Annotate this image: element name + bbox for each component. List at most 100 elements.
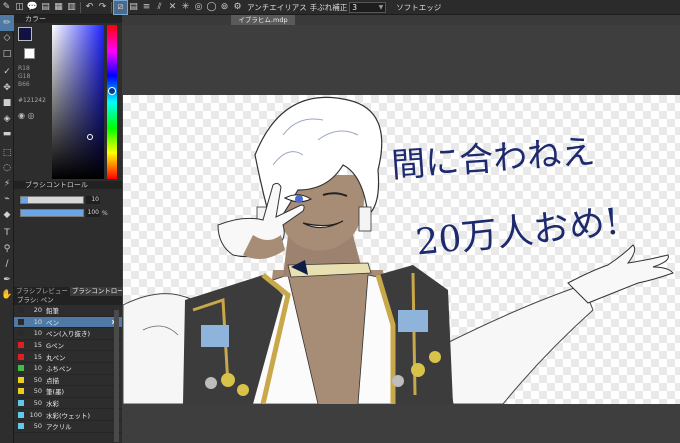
gradient-tool-icon[interactable]: ▬ <box>0 127 14 143</box>
brush-size-value[interactable]: 10 <box>86 196 100 204</box>
brush-list-item[interactable]: 10 ペン(入り抜き) <box>14 328 122 340</box>
snap-curve-icon[interactable]: ⊚ <box>218 1 231 14</box>
brush-item-name: 点描 <box>46 376 59 385</box>
redo-icon[interactable]: ↷ <box>96 1 109 14</box>
brush-size-slider[interactable] <box>20 196 84 204</box>
brush-opacity-fill <box>21 210 83 216</box>
snap-grid-icon[interactable]: ▤ <box>127 1 140 14</box>
tool-options-bar: ✎ ◫ 💬 ▤ ▦ ▥ ↶ ↷ ⧄ ▤ ≡ ⫽ ✕ ✳ ◎ ◯ ⊚ ⚙ アンチエ… <box>0 0 680 15</box>
brush-item-size: 15 <box>33 341 42 350</box>
brush-list-item[interactable]: 10ペン✲ <box>14 316 122 329</box>
color-b-value: B66 <box>18 81 30 88</box>
pen-icon[interactable]: ✎ <box>0 1 13 14</box>
brush-tool-icon[interactable]: ✏ <box>0 15 14 31</box>
color-panel: カラー R18 G18 B66 #121242 ◉ ◎ <box>14 15 122 181</box>
snap-circle-icon[interactable]: ◯ <box>205 1 218 14</box>
brush-list-item[interactable]: 50 点描 <box>14 375 122 387</box>
brush-item-size: 10 <box>33 317 42 326</box>
saturation-value-picker[interactable] <box>52 25 104 179</box>
snap-concentric-icon[interactable]: ◎ <box>192 1 205 14</box>
color-panel-title: カラー <box>14 15 122 23</box>
fill-tool-icon[interactable]: ◈ <box>0 111 14 127</box>
chevron-down-icon: ▼ <box>378 3 384 11</box>
tool-palette: ✏ ◇ □ ✓ ✥ ■ ◈ ▬ ⬚ ◌ ⚡ ⌁ ◆ T ⚲ ∕ ✒ ✋ <box>0 15 14 443</box>
stabilize-value: 3 <box>352 2 357 12</box>
select-pen-tool-icon[interactable]: ✓ <box>0 65 14 81</box>
pipette-tool-icon[interactable]: ∕ <box>0 257 14 273</box>
text-tool-icon[interactable]: T <box>0 226 14 242</box>
brush-item-size: 50 <box>33 375 42 384</box>
antialias-label: アンチエイリアス <box>247 2 307 12</box>
brush-item-size: 50 <box>33 422 42 431</box>
brush-tool2-icon[interactable]: ✒ <box>0 272 14 288</box>
brush-list-title: ブラシ: ペン <box>14 296 122 305</box>
brush-item-name: 水彩(ウェット) <box>46 411 91 420</box>
stabilize-label: 手ぶれ補正 <box>309 2 348 12</box>
brush-item-size: 15 <box>33 352 42 361</box>
sv-cursor[interactable] <box>87 134 93 140</box>
eraser-icon[interactable]: ◫ <box>13 1 26 14</box>
main-color-swatch[interactable] <box>18 27 32 41</box>
drawing-canvas[interactable]: 間に合わねえ 20万人おめ! <box>123 95 680 404</box>
brush-item-name: ふちペン <box>46 365 72 374</box>
grid-icon[interactable]: ▥ <box>65 1 78 14</box>
brush-list-panel: ブラシ: ペン 20鉛筆10ペン✲10ペン(入り抜き)15Gペン15丸ペン10ふ… <box>14 296 122 443</box>
snap-parallel-icon[interactable]: ⫽ <box>153 1 166 14</box>
brush-list-scrollbar[interactable] <box>114 310 119 442</box>
color-mode-icons[interactable]: ◉ ◎ <box>18 111 35 120</box>
select-rect-tool-icon[interactable]: □ <box>0 46 14 62</box>
tab-brush-preview[interactable]: ブラシプレビュー <box>14 287 70 296</box>
shape-tool-icon[interactable]: ■ <box>0 96 14 112</box>
preview-tab-bar: ブラシプレビュー ブラシコントロール <box>14 287 133 296</box>
brush-list-item[interactable]: 100 水彩(ウェット) <box>14 409 122 421</box>
brush-item-size: 50 <box>33 387 42 396</box>
brush-item-size: 10 <box>33 329 42 338</box>
brush-list-item[interactable]: 10 ふちペン <box>14 363 122 375</box>
brush-list-item[interactable]: 20 鉛筆 <box>14 305 122 317</box>
snap-line-icon[interactable]: ≡ <box>140 1 153 14</box>
brush-size-fill <box>21 197 29 203</box>
hue-slider[interactable] <box>107 25 117 179</box>
hue-cursor[interactable] <box>108 87 116 95</box>
lasso-tool-icon[interactable]: ◌ <box>0 161 14 177</box>
select-brush-tool-icon[interactable]: ⌁ <box>0 192 14 208</box>
sub-color-swatch[interactable] <box>24 48 35 59</box>
brush-item-size: 50 <box>33 399 42 408</box>
brush-item-name: ペン <box>46 318 59 327</box>
brush-list-item[interactable]: 50 アクリル <box>14 421 122 433</box>
brush-item-name: 丸ペン <box>46 353 66 362</box>
soft-edge-label: ソフトエッジ <box>396 2 442 12</box>
page-icon[interactable]: ▦ <box>52 1 65 14</box>
brush-opacity-value[interactable]: 100 <box>86 209 100 217</box>
brush-opacity-slider[interactable] <box>20 209 84 217</box>
snap-cross-icon[interactable]: ✕ <box>166 1 179 14</box>
brush-item-size: 20 <box>33 306 42 315</box>
color-hex-value: #121242 <box>18 97 46 104</box>
brush-list-item[interactable]: 50 水彩 <box>14 398 122 410</box>
brush-list-item[interactable]: 15 丸ペン <box>14 351 122 363</box>
brush-control-panel: ブラシコントロール 10 100 % <box>14 181 122 287</box>
brush-list-item[interactable]: 50 筆(墨) <box>14 386 122 398</box>
brush-item-size: 100 <box>29 410 42 419</box>
settings-gear-icon[interactable]: ⚙ <box>231 1 244 14</box>
opacity-unit: % <box>102 210 108 217</box>
undo-icon[interactable]: ↶ <box>83 1 96 14</box>
color-g-value: G18 <box>18 73 31 80</box>
magic-wand-tool-icon[interactable]: ⚡ <box>0 176 14 192</box>
rect-select-tool-icon[interactable]: ⬚ <box>0 145 14 161</box>
brush-item-name: 筆(墨) <box>46 388 65 397</box>
color-r-value: R18 <box>18 65 30 72</box>
speech-bubble-icon[interactable]: 💬 <box>26 1 39 14</box>
move-tool-icon[interactable]: ✥ <box>0 80 14 96</box>
panel-icon[interactable]: ▤ <box>39 1 52 14</box>
document-tab[interactable]: イブラヒム.mdp <box>231 15 295 25</box>
stabilize-select[interactable]: 3 ▼ <box>349 1 387 13</box>
hand-tool-icon[interactable]: ✋ <box>0 288 14 304</box>
select-eraser-tool-icon[interactable]: ◆ <box>0 207 14 223</box>
snap-off-icon[interactable]: ⧄ <box>113 0 128 15</box>
brush-list-item[interactable]: 15 Gペン <box>14 340 122 352</box>
brush-item-name: ペン(入り抜き) <box>46 330 91 339</box>
eraser-tool-icon[interactable]: ◇ <box>0 31 14 47</box>
snap-radial-icon[interactable]: ✳ <box>179 1 192 14</box>
dropper-tool-icon[interactable]: ⚲ <box>0 241 14 257</box>
